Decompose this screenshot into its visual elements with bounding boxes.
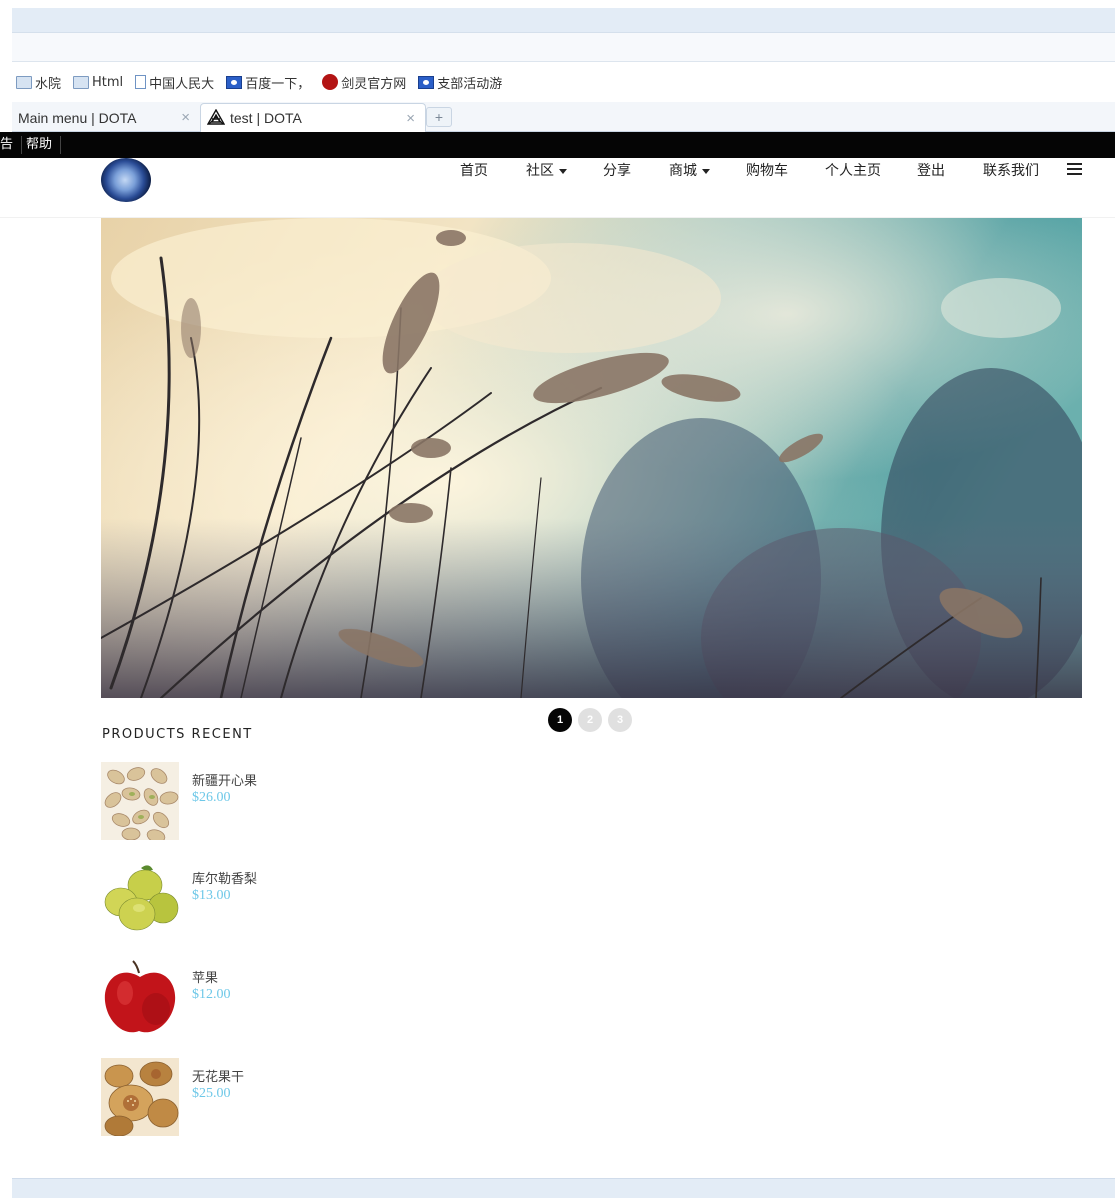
pistachio-image[interactable] bbox=[101, 762, 179, 840]
close-icon[interactable]: × bbox=[406, 110, 415, 127]
bookmark-shuiyuan[interactable]: 水院 bbox=[16, 73, 61, 92]
bookmark-label: 剑灵官方网 bbox=[341, 76, 407, 92]
product-item[interactable]: 无花果干 $25.00 bbox=[101, 1058, 401, 1136]
product-name[interactable]: 新疆开心果 bbox=[192, 770, 257, 789]
bookmark-html[interactable]: Html bbox=[73, 75, 123, 90]
page-icon bbox=[135, 75, 147, 89]
bookmark-label: 百度一下， bbox=[245, 76, 311, 92]
browser-status-bar bbox=[12, 1178, 1115, 1198]
products-recent-heading: PRODUCTS RECENT bbox=[102, 727, 253, 742]
browser-tab-strip: Main menu | DOTA × test | DOTA × + bbox=[12, 102, 1115, 132]
product-name[interactable]: 库尔勒香梨 bbox=[192, 868, 257, 887]
slider-pager: 1 2 3 bbox=[548, 708, 638, 732]
nav-contact[interactable]: 联系我们 bbox=[983, 160, 1039, 182]
tab-label: Main menu | DOTA bbox=[18, 109, 137, 126]
nav-logout[interactable]: 登出 bbox=[917, 160, 945, 182]
bookmark-baidu[interactable]: 百度一下， bbox=[226, 73, 310, 92]
bookmark-zhibu[interactable]: 支部活动游 bbox=[418, 73, 502, 92]
admin-item-report[interactable]: 告 bbox=[0, 136, 23, 154]
product-price: $13.00 bbox=[192, 888, 231, 903]
caret-down-icon bbox=[559, 168, 567, 174]
tab-test[interactable]: test | DOTA × bbox=[200, 103, 426, 132]
product-price: $12.00 bbox=[192, 987, 231, 1002]
nav-home[interactable]: 首页 bbox=[460, 160, 488, 182]
new-tab-button[interactable]: + bbox=[426, 107, 452, 127]
nav-label: 购物车 bbox=[746, 163, 788, 179]
tab-label: test | DOTA bbox=[230, 110, 302, 126]
folder-icon bbox=[73, 75, 90, 89]
hamburger-menu-icon[interactable] bbox=[1067, 163, 1082, 175]
nav-label: 登出 bbox=[917, 163, 945, 179]
bookmark-ruc[interactable]: 中国人民大 bbox=[135, 73, 214, 92]
admin-toolbar: 告 帮助 bbox=[0, 132, 1115, 158]
slider-dot-3[interactable]: 3 bbox=[608, 708, 632, 732]
nav-label: 首页 bbox=[460, 163, 488, 179]
baidu-paw-icon bbox=[226, 75, 243, 89]
slider-dot-1[interactable]: 1 bbox=[548, 708, 572, 732]
pear-image[interactable] bbox=[101, 860, 179, 938]
product-price: $25.00 bbox=[192, 1086, 231, 1101]
bookmark-label: 水院 bbox=[35, 76, 62, 92]
close-icon[interactable]: × bbox=[181, 109, 190, 126]
drupal-favicon-icon bbox=[207, 109, 225, 127]
bookmark-label: 中国人民大 bbox=[149, 76, 215, 92]
slider-dot-2[interactable]: 2 bbox=[578, 708, 602, 732]
nav-label: 分享 bbox=[603, 163, 631, 179]
nav-label: 联系我们 bbox=[983, 163, 1039, 179]
browser-title-bar bbox=[12, 8, 1115, 33]
site-logo[interactable] bbox=[101, 158, 151, 202]
nav-cart[interactable]: 购物车 bbox=[746, 160, 788, 182]
baidu-paw-icon bbox=[418, 75, 435, 89]
nav-label: 个人主页 bbox=[825, 163, 881, 179]
product-item[interactable]: 库尔勒香梨 $13.00 bbox=[101, 860, 401, 938]
grass-sky-photo bbox=[101, 218, 1082, 698]
bookmark-jianling[interactable]: 剑灵官方网 bbox=[322, 73, 406, 92]
caret-down-icon bbox=[702, 168, 710, 174]
product-name[interactable]: 无花果干 bbox=[192, 1066, 244, 1085]
dried-fig-image[interactable] bbox=[101, 1058, 179, 1136]
bug-icon bbox=[322, 74, 339, 90]
nav-profile[interactable]: 个人主页 bbox=[825, 160, 881, 182]
bookmark-label: Html bbox=[92, 74, 124, 90]
product-item[interactable]: 新疆开心果 $26.00 bbox=[101, 762, 401, 840]
nav-community[interactable]: 社区 bbox=[526, 160, 567, 182]
site-header: 首页 社区 分享 商城 购物车 个人主页 登出 联系我们 bbox=[0, 158, 1115, 218]
browser-address-bar[interactable] bbox=[12, 33, 1115, 62]
folder-icon bbox=[16, 75, 32, 89]
product-name[interactable]: 苹果 bbox=[192, 967, 218, 986]
nav-share[interactable]: 分享 bbox=[603, 160, 631, 182]
admin-item-help[interactable]: 帮助 bbox=[26, 136, 62, 154]
hero-slider-image bbox=[101, 218, 1082, 698]
product-item[interactable]: 苹果 $12.00 bbox=[101, 959, 401, 1037]
nav-label: 商城 bbox=[669, 163, 697, 179]
bookmark-label: 支部活动游 bbox=[437, 76, 503, 92]
tab-main-menu[interactable]: Main menu | DOTA × bbox=[12, 103, 200, 132]
bookmarks-bar: 水院 Html 中国人民大 百度一下， 剑灵官方网 支部活动游 bbox=[12, 62, 1115, 102]
nav-shop[interactable]: 商城 bbox=[669, 160, 710, 182]
main-nav: 首页 社区 分享 商城 购物车 个人主页 登出 联系我们 bbox=[440, 160, 1039, 182]
product-price: $26.00 bbox=[192, 790, 231, 805]
apple-image[interactable] bbox=[101, 959, 179, 1037]
nav-label: 社区 bbox=[526, 163, 554, 179]
